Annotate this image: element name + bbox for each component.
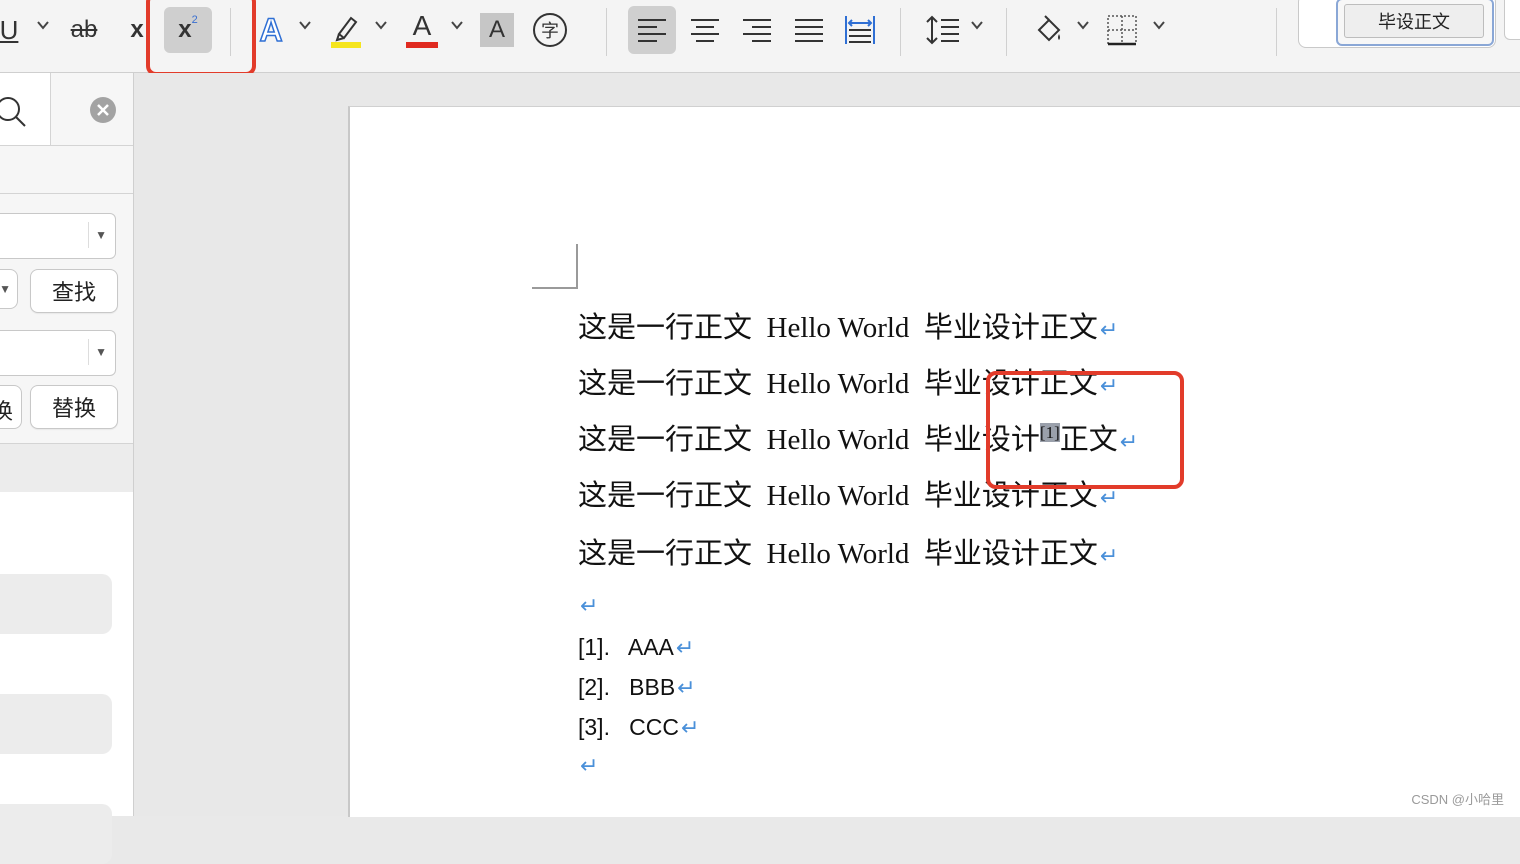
watermark: CSDN @小哈里	[1411, 792, 1504, 807]
font-color-swatch	[406, 42, 438, 48]
replace-all-button[interactable]: 换	[0, 385, 22, 429]
justify-button[interactable]	[792, 6, 826, 54]
align-center-button[interactable]	[688, 6, 722, 54]
replace-all-label: 换	[0, 394, 13, 426]
return-mark-icon: ↵	[1099, 543, 1119, 568]
justify-icon	[795, 19, 823, 42]
divider	[1006, 8, 1007, 56]
reference-text: CCC	[629, 714, 679, 740]
align-right-icon	[743, 19, 771, 42]
superscript-highlight-frame	[146, 0, 256, 76]
reference-number: [2].	[578, 674, 610, 700]
strikethrough-icon: ab	[70, 16, 98, 43]
style-item-thesis-body[interactable]: 毕设正文	[1344, 4, 1484, 38]
paint-bucket-icon	[1037, 15, 1061, 42]
divider	[900, 8, 901, 56]
borders-icon	[1107, 15, 1137, 46]
replace-button[interactable]: 替换	[30, 385, 118, 429]
list-item[interactable]	[0, 694, 112, 754]
find-button[interactable]: 查找	[30, 269, 118, 313]
align-left-button[interactable]	[628, 6, 676, 54]
highlight-color-button[interactable]	[328, 6, 364, 54]
divider	[0, 193, 133, 194]
divider	[230, 8, 231, 56]
list-item[interactable]	[0, 574, 112, 634]
empty-paragraph[interactable]: ↵	[578, 588, 598, 621]
align-center-icon	[691, 19, 719, 42]
superscript-annotation-frame	[986, 371, 1184, 489]
borders-button[interactable]	[1104, 6, 1140, 54]
reference-text: AAA	[627, 634, 674, 660]
font-color-button[interactable]: A	[404, 6, 440, 54]
results-header	[0, 444, 133, 492]
return-mark-icon: ↵	[1099, 317, 1119, 342]
replace-input[interactable]: ▼	[0, 330, 116, 376]
strikethrough-button[interactable]: ab	[64, 6, 104, 54]
shading-fill-button[interactable]	[1030, 6, 1066, 54]
search-tab[interactable]	[0, 73, 51, 145]
divider	[1276, 8, 1277, 56]
body-line[interactable]: 这是一行正文 Hello World 毕业设计正文↵	[578, 304, 1118, 346]
document-page[interactable]	[348, 106, 1520, 817]
find-options-dropdown[interactable]: ▼	[0, 269, 18, 309]
reference-text: BBB	[629, 674, 676, 700]
results-list	[0, 492, 133, 864]
empty-paragraph[interactable]: ↵	[578, 748, 598, 781]
chevron-down-icon[interactable]	[298, 18, 312, 36]
close-icon[interactable]	[90, 97, 116, 123]
chevron-down-icon[interactable]: ▼	[95, 228, 107, 242]
distributed-button[interactable]	[842, 6, 878, 54]
chevron-down-icon[interactable]	[1152, 18, 1166, 36]
text-effects-icon: A	[259, 11, 284, 49]
underline-icon: U	[0, 14, 19, 45]
body-line[interactable]: 这是一行正文 Hello World 毕业设计正文↵	[578, 530, 1118, 572]
chevron-down-icon[interactable]	[970, 18, 984, 36]
subscript-icon: x	[130, 16, 144, 43]
chevron-down-icon[interactable]	[450, 18, 464, 36]
list-item[interactable]	[0, 804, 112, 864]
style-gallery-next[interactable]	[1504, 0, 1520, 40]
text-effects-button[interactable]: A	[254, 6, 288, 54]
character-shading-button[interactable]: A	[480, 13, 514, 47]
find-input[interactable]: ▼	[0, 213, 116, 259]
align-left-icon	[638, 19, 666, 42]
chevron-down-icon[interactable]	[1076, 18, 1090, 36]
character-shading-icon: A	[488, 16, 505, 43]
line-text: 这是一行正文 Hello World 毕业设计	[578, 424, 1040, 456]
line-text: 这是一行正文 Hello World 毕业设计正文	[578, 312, 1098, 344]
formatting-toolbar: U ab x x2 A A A 字 毕设正文	[0, 0, 1520, 76]
reference-number: [3].	[578, 714, 610, 740]
font-color-icon: A	[412, 10, 432, 41]
margin-corner-mark	[532, 244, 578, 289]
distributed-icon	[845, 16, 875, 44]
chevron-down-icon[interactable]	[36, 18, 50, 36]
line-spacing-button[interactable]	[922, 6, 962, 54]
underline-button[interactable]: U	[0, 6, 22, 54]
enclose-characters-icon: 字	[533, 13, 567, 47]
reference-item[interactable]: [2]. BBB↵	[578, 674, 696, 701]
find-replace-pane: ▼ ▼ 查找 ▼ 换 替换	[0, 73, 134, 864]
return-mark-icon: ↵	[680, 715, 700, 740]
reference-item[interactable]: [3]. CCC↵	[578, 714, 699, 741]
line-spacing-icon	[926, 15, 959, 45]
align-right-button[interactable]	[740, 6, 774, 54]
chevron-down-icon[interactable]: ▼	[95, 345, 107, 359]
chevron-down-icon[interactable]	[374, 18, 388, 36]
return-mark-icon: ↵	[675, 635, 695, 660]
search-icon	[0, 97, 26, 127]
return-mark-icon: ↵	[580, 753, 599, 778]
reference-item[interactable]: [1]. AAA↵	[578, 634, 694, 661]
enclose-characters-button[interactable]: 字	[532, 6, 568, 54]
return-mark-icon: ↵	[677, 675, 696, 700]
reference-number: [1].	[578, 634, 610, 660]
divider	[0, 145, 133, 146]
return-mark-icon: ↵	[580, 593, 599, 618]
line-text: 这是一行正文 Hello World 毕业设计正文	[578, 538, 1098, 570]
highlighter-icon	[331, 16, 361, 48]
divider	[606, 8, 607, 56]
